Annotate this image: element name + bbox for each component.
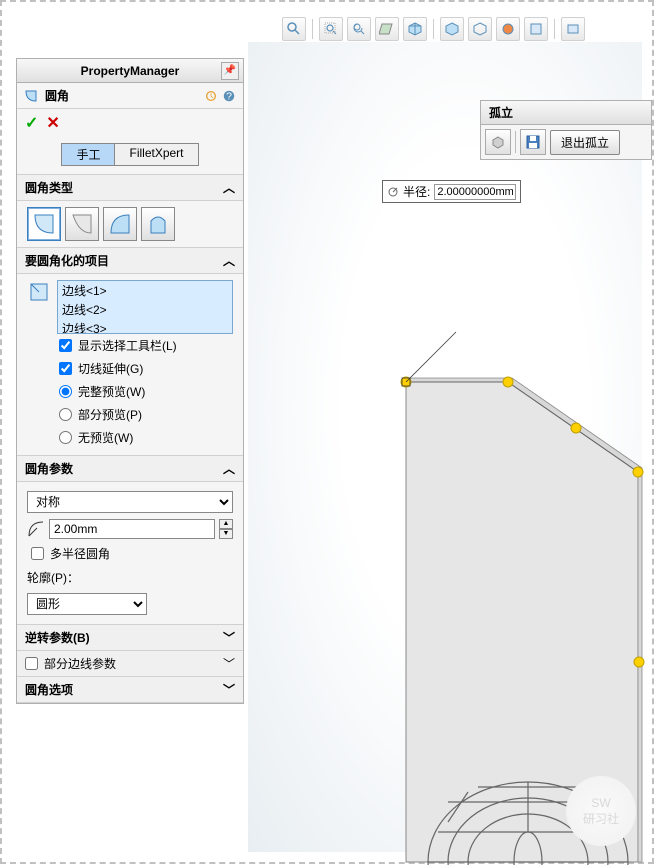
- radius-callout[interactable]: 半径:: [382, 180, 521, 203]
- partial-preview-radio[interactable]: [59, 408, 72, 421]
- chevron-up-icon[interactable]: ︿: [223, 460, 235, 477]
- section-title: 圆角选项: [25, 681, 73, 698]
- section-title: 逆转参数(B): [25, 629, 90, 646]
- section-items[interactable]: 要圆角化的项目 ︿: [17, 248, 243, 274]
- confirm-row: ✓ ✕: [17, 109, 243, 137]
- section-options[interactable]: 圆角选项 ﹀: [17, 677, 243, 703]
- profile-select[interactable]: 圆形: [27, 593, 147, 615]
- edge-select-icon: [27, 280, 51, 304]
- edge-selection-list[interactable]: 边线<1> 边线<2> 边线<3>: [57, 280, 233, 334]
- 3d-model: [328, 182, 648, 865]
- radius-icon: [27, 520, 45, 538]
- separator: [433, 19, 434, 39]
- partial-edge-checkbox[interactable]: [25, 657, 38, 670]
- view-orient-icon[interactable]: [403, 17, 427, 41]
- chevron-down-icon[interactable]: ﹀: [223, 629, 235, 646]
- scene-icon[interactable]: [524, 17, 548, 41]
- label: 无预览(W): [78, 429, 133, 446]
- radius-leader-icon: [387, 186, 399, 198]
- cancel-button[interactable]: ✕: [46, 113, 59, 133]
- separator: [554, 19, 555, 39]
- previous-view-icon[interactable]: [347, 17, 371, 41]
- section-view-icon[interactable]: [375, 17, 399, 41]
- view-toolbar: [282, 17, 585, 41]
- section-title: 圆角类型: [25, 179, 73, 196]
- separator: [312, 19, 313, 39]
- revert-icon[interactable]: [203, 88, 219, 104]
- section-title: 要圆角化的项目: [25, 252, 109, 269]
- tangent-checkbox[interactable]: [59, 362, 72, 375]
- full-preview-radio[interactable]: [59, 385, 72, 398]
- callout-label: 半径:: [403, 183, 430, 200]
- isolate-visibility-icon[interactable]: [485, 129, 511, 155]
- fillet-type-face[interactable]: [103, 207, 137, 241]
- multi-radius-checkbox[interactable]: [31, 547, 44, 560]
- list-item[interactable]: 边线<3>: [58, 319, 232, 334]
- fillet-type-full-round[interactable]: [141, 207, 175, 241]
- zoom-fit-icon[interactable]: [282, 17, 306, 41]
- fillet-type-constant[interactable]: [27, 207, 61, 241]
- label: 完整预览(W): [78, 383, 145, 400]
- chevron-up-icon[interactable]: ︿: [223, 179, 235, 196]
- section-params-body: 对称 ▲▼ 多半径圆角 轮廓(P)： 圆形: [17, 482, 243, 625]
- section-items-body: 边线<1> 边线<2> 边线<3> 显示选择工具栏(L) 切线延伸(G) 完整预…: [17, 274, 243, 456]
- section-title: 部分边线参数: [44, 655, 116, 672]
- tab-row: 手工 FilletXpert: [17, 137, 243, 175]
- fillet-type-variable[interactable]: [65, 207, 99, 241]
- view-settings-icon[interactable]: [561, 17, 585, 41]
- section-title: 圆角参数: [25, 460, 73, 477]
- fillet-icon: [23, 88, 39, 104]
- label: 切线延伸(G): [78, 360, 143, 377]
- no-preview-radio[interactable]: [59, 431, 72, 444]
- property-manager-panel: PropertyManager 📌 圆角 ? ✓ ✕ 手工 FilletXper…: [16, 58, 244, 704]
- display-style-icon[interactable]: [440, 17, 464, 41]
- callout-value-input[interactable]: [434, 184, 516, 200]
- chevron-down-icon[interactable]: ﹀: [223, 681, 235, 698]
- panel-header: PropertyManager 📌: [17, 59, 243, 83]
- radius-input[interactable]: [49, 519, 215, 539]
- isolate-title: 孤立: [481, 101, 651, 125]
- section-partial-edge[interactable]: 部分边线参数 ﹀: [17, 651, 243, 677]
- section-fillet-type-body: [17, 201, 243, 248]
- show-toolbar-checkbox[interactable]: [59, 339, 72, 352]
- feature-name: 圆角: [45, 87, 201, 104]
- section-reverse[interactable]: 逆转参数(B) ﹀: [17, 625, 243, 651]
- help-icon[interactable]: ?: [221, 88, 237, 104]
- save-icon[interactable]: [520, 129, 546, 155]
- ok-button[interactable]: ✓: [25, 113, 38, 133]
- feature-title-row: 圆角 ?: [17, 83, 243, 109]
- radius-spinner[interactable]: ▲▼: [219, 519, 233, 539]
- symmetry-select[interactable]: 对称: [27, 491, 233, 513]
- list-item[interactable]: 边线<2>: [58, 300, 232, 319]
- chevron-up-icon[interactable]: ︿: [223, 252, 235, 269]
- tab-manual[interactable]: 手工: [61, 143, 114, 166]
- 3d-viewport[interactable]: [248, 42, 642, 852]
- label: 显示选择工具栏(L): [78, 337, 177, 354]
- pin-icon[interactable]: 📌: [221, 62, 239, 80]
- chevron-down-icon[interactable]: ﹀: [223, 655, 235, 672]
- svg-text:?: ?: [226, 90, 232, 102]
- zoom-area-icon[interactable]: [319, 17, 343, 41]
- exit-isolate-button[interactable]: 退出孤立: [550, 130, 620, 155]
- appearance-icon[interactable]: [496, 17, 520, 41]
- label: 部分预览(P): [78, 406, 142, 423]
- list-item[interactable]: 边线<1>: [58, 281, 232, 300]
- section-params[interactable]: 圆角参数 ︿: [17, 456, 243, 482]
- tab-filletxpert[interactable]: FilletXpert: [114, 143, 198, 166]
- isolate-panel: 孤立 退出孤立: [480, 100, 652, 160]
- label: 多半径圆角: [50, 545, 110, 562]
- hide-show-icon[interactable]: [468, 17, 492, 41]
- panel-title: PropertyManager: [81, 64, 180, 78]
- profile-label: 轮廓(P)：: [27, 571, 79, 585]
- section-fillet-type[interactable]: 圆角类型 ︿: [17, 175, 243, 201]
